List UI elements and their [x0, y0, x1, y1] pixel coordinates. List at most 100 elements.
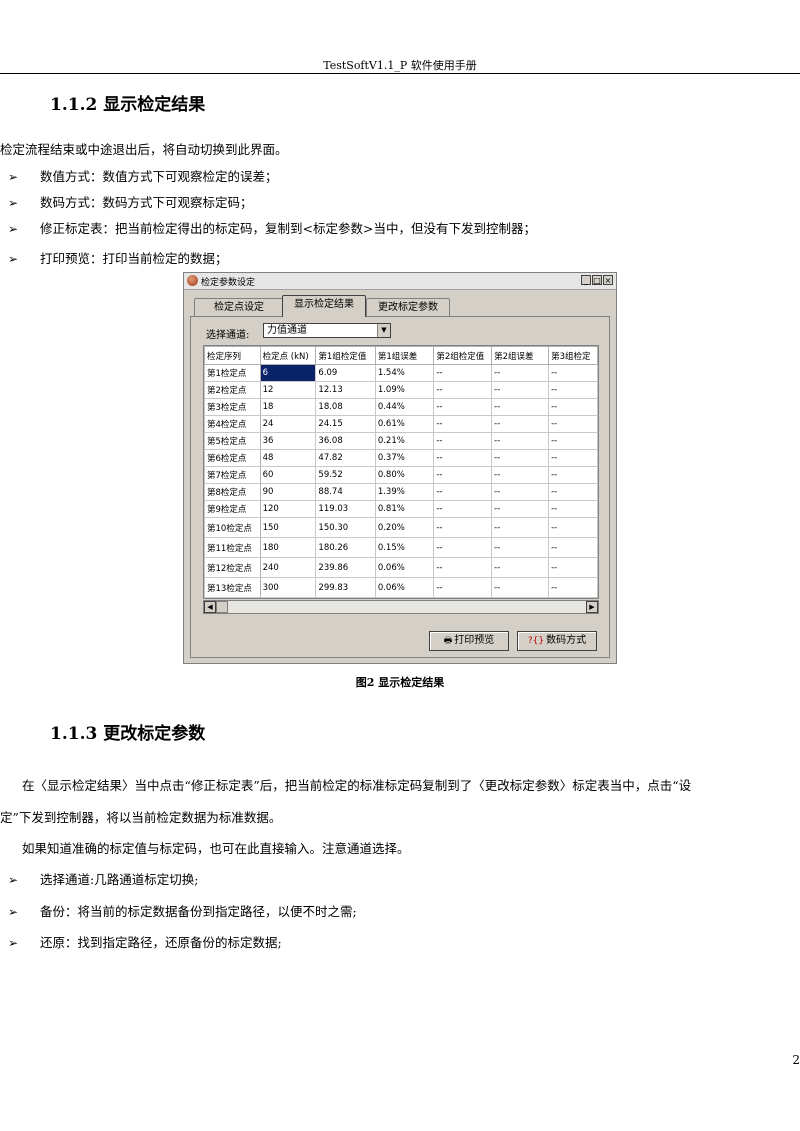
table-cell[interactable]: --	[433, 381, 493, 399]
table-row[interactable]: 第13检定点 300 299.83 0.06% -- -- --	[204, 577, 598, 598]
table-cell[interactable]: --	[548, 415, 598, 433]
table-row[interactable]: 第1检定点 6 6.09 1.54% -- -- --	[204, 364, 598, 382]
column-header[interactable]: 检定点 (kN)	[259, 346, 317, 365]
table-cell[interactable]: 0.80%	[374, 466, 435, 484]
table-cell[interactable]: 90	[259, 483, 317, 501]
column-header[interactable]: 第2组误差	[491, 346, 550, 365]
results-grid[interactable]: 检定序列 检定点 (kN) 第1组检定值 第1组误差 第2组检定值 第2组误差 第3组检定 …	[203, 345, 599, 599]
table-cell[interactable]: --	[433, 466, 493, 484]
table-cell[interactable]: 120	[259, 500, 317, 518]
table-row[interactable]: 第7检定点 60 59.52 0.80% -- -- --	[204, 466, 598, 484]
table-cell[interactable]: 6	[259, 364, 317, 382]
table-cell[interactable]: 0.61%	[374, 415, 435, 433]
table-cell[interactable]: --	[433, 483, 493, 501]
table-cell[interactable]: --	[433, 557, 493, 578]
table-cell[interactable]: 299.83	[315, 577, 376, 598]
table-cell[interactable]: --	[491, 381, 550, 399]
table-cell[interactable]: 36.08	[315, 432, 376, 450]
row-header-cell[interactable]: 第9检定点	[204, 500, 261, 518]
table-cell[interactable]: 239.86	[315, 557, 376, 578]
table-cell[interactable]: --	[491, 398, 550, 416]
table-cell[interactable]: 18	[259, 398, 317, 416]
table-cell[interactable]: --	[548, 517, 598, 538]
row-header-cell[interactable]: 第2检定点	[204, 381, 261, 399]
table-cell[interactable]: --	[491, 500, 550, 518]
table-cell[interactable]: 36	[259, 432, 317, 450]
column-header[interactable]: 第3组检定	[548, 346, 598, 365]
table-cell[interactable]: --	[433, 364, 493, 382]
table-row[interactable]: 第6检定点 48 47.82 0.37% -- -- --	[204, 449, 598, 467]
table-cell[interactable]: 12	[259, 381, 317, 399]
row-header-cell[interactable]: 第5检定点	[204, 432, 261, 450]
horizontal-scrollbar[interactable]: ◀ ▶	[203, 600, 599, 614]
scroll-right-button[interactable]: ▶	[586, 601, 598, 613]
table-cell[interactable]: 24.15	[315, 415, 376, 433]
table-cell[interactable]: --	[548, 432, 598, 450]
table-cell[interactable]: 88.74	[315, 483, 376, 501]
table-cell[interactable]: --	[491, 432, 550, 450]
column-header[interactable]: 第2组检定值	[433, 346, 493, 365]
table-cell[interactable]: 0.37%	[374, 449, 435, 467]
table-cell[interactable]: 150.30	[315, 517, 376, 538]
row-header-cell[interactable]: 第6检定点	[204, 449, 261, 467]
tab-change-params[interactable]: 更改标定参数	[366, 298, 450, 316]
table-row[interactable]: 第12检定点 240 239.86 0.06% -- -- --	[204, 557, 598, 578]
table-cell[interactable]: 0.81%	[374, 500, 435, 518]
print-preview-button[interactable]: 🖶 打印预览	[429, 631, 509, 651]
table-row[interactable]: 第3检定点 18 18.08 0.44% -- -- --	[204, 398, 598, 416]
table-cell[interactable]: 300	[259, 577, 317, 598]
table-cell[interactable]: --	[548, 577, 598, 598]
row-header-cell[interactable]: 第1检定点	[204, 364, 261, 382]
column-header[interactable]: 检定序列	[204, 346, 261, 365]
table-cell[interactable]: --	[433, 432, 493, 450]
table-cell[interactable]: 180	[259, 537, 317, 558]
tab-show-results[interactable]: 显示检定结果	[282, 295, 366, 317]
table-cell[interactable]: --	[491, 537, 550, 558]
table-cell[interactable]: 240	[259, 557, 317, 578]
table-cell[interactable]: 0.06%	[374, 557, 435, 578]
table-cell[interactable]: --	[491, 415, 550, 433]
table-cell[interactable]: 119.03	[315, 500, 376, 518]
table-row[interactable]: 第10检定点 150 150.30 0.20% -- -- --	[204, 517, 598, 538]
row-header-cell[interactable]: 第12检定点	[204, 557, 261, 578]
table-cell[interactable]: --	[548, 449, 598, 467]
table-cell[interactable]: --	[491, 364, 550, 382]
table-row[interactable]: 第5检定点 36 36.08 0.21% -- -- --	[204, 432, 598, 450]
table-row[interactable]: 第8检定点 90 88.74 1.39% -- -- --	[204, 483, 598, 501]
table-cell[interactable]: --	[491, 577, 550, 598]
row-header-cell[interactable]: 第4检定点	[204, 415, 261, 433]
table-cell[interactable]: 1.54%	[374, 364, 435, 382]
row-header-cell[interactable]: 第7检定点	[204, 466, 261, 484]
channel-select[interactable]: 力值通道 ▼	[263, 323, 391, 338]
table-row[interactable]: 第2检定点 12 12.13 1.09% -- -- --	[204, 381, 598, 399]
row-header-cell[interactable]: 第11检定点	[204, 537, 261, 558]
table-cell[interactable]: 47.82	[315, 449, 376, 467]
row-header-cell[interactable]: 第3检定点	[204, 398, 261, 416]
table-cell[interactable]: 6.09	[315, 364, 376, 382]
table-cell[interactable]: 0.20%	[374, 517, 435, 538]
scroll-thumb[interactable]	[216, 601, 228, 613]
row-header-cell[interactable]: 第13检定点	[204, 577, 261, 598]
column-header[interactable]: 第1组误差	[374, 346, 435, 365]
table-cell[interactable]: 180.26	[315, 537, 376, 558]
table-cell[interactable]: --	[433, 577, 493, 598]
row-header-cell[interactable]: 第8检定点	[204, 483, 261, 501]
table-row[interactable]: 第4检定点 24 24.15 0.61% -- -- --	[204, 415, 598, 433]
table-cell[interactable]: --	[548, 398, 598, 416]
table-row[interactable]: 第11检定点 180 180.26 0.15% -- -- --	[204, 537, 598, 558]
column-header[interactable]: 第1组检定值	[315, 346, 376, 365]
table-cell[interactable]: --	[548, 381, 598, 399]
table-cell[interactable]: 0.21%	[374, 432, 435, 450]
minimize-button[interactable]: _	[581, 275, 591, 285]
chevron-down-icon[interactable]: ▼	[377, 324, 390, 337]
table-cell[interactable]: 1.09%	[374, 381, 435, 399]
table-cell[interactable]: --	[548, 537, 598, 558]
table-cell[interactable]: 1.39%	[374, 483, 435, 501]
mode-button[interactable]: ?{} 数码方式	[517, 631, 597, 651]
table-cell[interactable]: --	[491, 449, 550, 467]
scroll-left-button[interactable]: ◀	[204, 601, 216, 613]
table-cell[interactable]: --	[548, 466, 598, 484]
table-cell[interactable]: 12.13	[315, 381, 376, 399]
table-cell[interactable]: --	[433, 517, 493, 538]
table-cell[interactable]: 150	[259, 517, 317, 538]
